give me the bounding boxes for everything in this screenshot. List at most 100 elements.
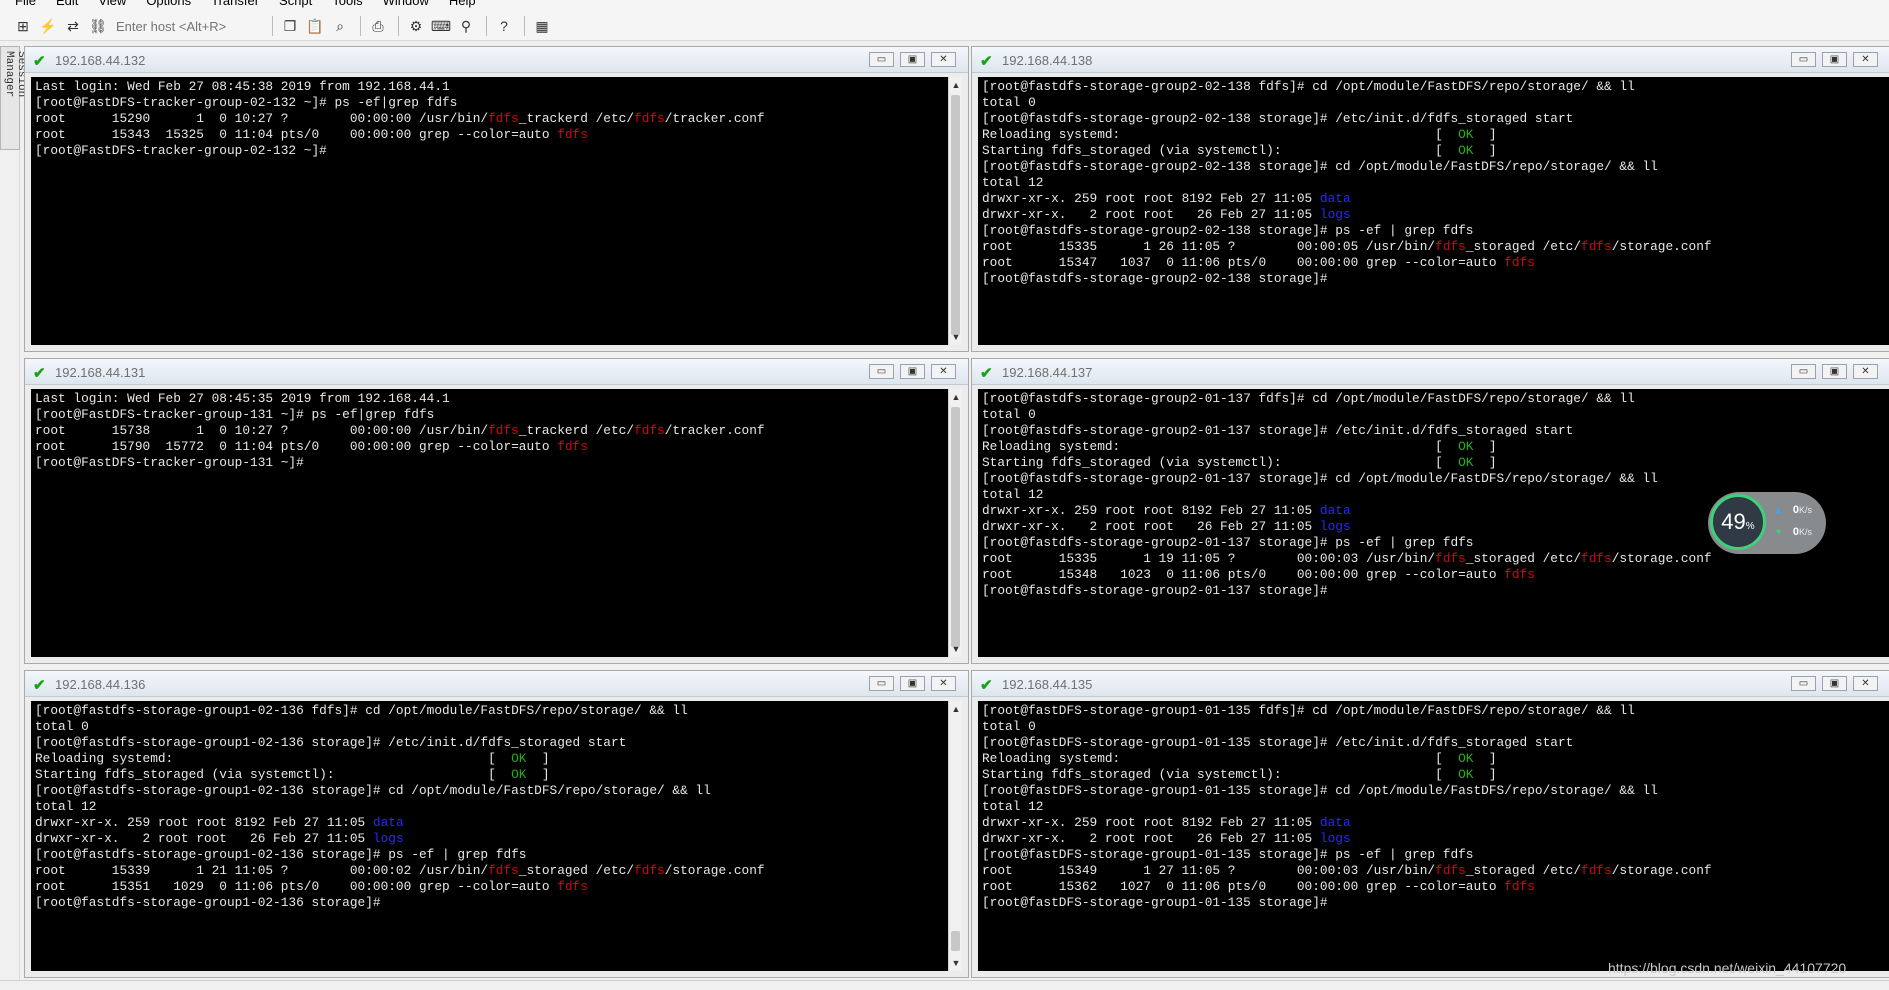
highlighted-text: OK: [1458, 439, 1474, 454]
maximize-button[interactable]: ▣: [900, 676, 925, 691]
terminal-text: root 15349 1 27 11:05 ? 00:00:03 /usr/bi…: [982, 863, 1436, 878]
terminal-text: _storaged /etc/: [518, 863, 635, 878]
highlighted-text: data: [1319, 503, 1351, 518]
close-button[interactable]: ✕: [1853, 364, 1878, 379]
terminal-text: _storaged /etc/: [1465, 239, 1582, 254]
highlighted-text: fdfs: [1504, 567, 1535, 582]
menu-options[interactable]: Options: [146, 0, 191, 12]
terminal[interactable]: [root@fastdfs-storage-group2-02-138 fdfs…: [978, 77, 1889, 345]
terminal-text: /storage.conf: [1611, 863, 1712, 878]
close-button[interactable]: ✕: [931, 52, 956, 67]
terminal[interactable]: Last login: Wed Feb 27 08:45:35 2019 fro…: [31, 389, 948, 657]
scroll-up-icon[interactable]: ▲: [949, 701, 963, 717]
menu-transfer[interactable]: Transfer: [211, 0, 259, 12]
terminal-line: Last login: Wed Feb 27 08:45:35 2019 fro…: [35, 391, 944, 407]
minimize-button[interactable]: ▭: [869, 364, 894, 379]
session-pane[interactable]: ✔ 192.168.44.135 ▭ ▣ ✕ [root@fastDFS-sto…: [971, 670, 1889, 978]
connect-in-tab-icon[interactable]: ⊞: [12, 15, 34, 37]
print-icon[interactable]: ⎙: [367, 15, 389, 37]
pane-title-bar[interactable]: ✔ 192.168.44.138 ▭ ▣ ✕: [972, 47, 1889, 73]
terminal-line: [root@fastDFS-storage-group1-01-135 stor…: [982, 735, 1886, 751]
menu-window[interactable]: Window: [383, 0, 429, 12]
pane-title-bar[interactable]: ✔ 192.168.44.131 ▭ ▣ ✕: [25, 359, 968, 385]
terminal[interactable]: [root@fastDFS-storage-group1-01-135 fdfs…: [978, 701, 1889, 971]
minimize-button[interactable]: ▭: [1791, 52, 1816, 67]
scroll-up-icon[interactable]: ▲: [949, 77, 963, 93]
session-pane[interactable]: ✔ 192.168.44.132 ▭ ▣ ✕ Last login: Wed F…: [24, 46, 969, 352]
terminal-line: drwxr-xr-x. 2 root root 26 Feb 27 11:05 …: [35, 831, 944, 847]
maximize-button[interactable]: ▣: [900, 52, 925, 67]
session-pane[interactable]: ✔ 192.168.44.138 ▭ ▣ ✕ [root@fastdfs-sto…: [971, 46, 1889, 352]
scroll-down-icon[interactable]: ▼: [949, 955, 963, 971]
close-button[interactable]: ✕: [931, 364, 956, 379]
terminal-text: [root@fastdfs-storage-group2-01-137 fdfs…: [982, 391, 1635, 406]
host-input[interactable]: [112, 16, 266, 36]
terminal-line: total 0: [982, 95, 1886, 111]
maximize-button[interactable]: ▣: [1822, 676, 1847, 691]
highlighted-text: fdfs: [488, 423, 519, 438]
terminal-text: root 15335 1 26 11:05 ? 00:00:05 /usr/bi…: [982, 239, 1436, 254]
toolbar: ⊞ ⚡ ⇄ ⛓ ❐ 📋 ⌕ ⎙ ⚙ ⌨ ⚲ ? ▦: [0, 12, 1889, 41]
scroll-down-icon[interactable]: ▼: [949, 329, 963, 345]
scroll-down-icon[interactable]: ▼: [949, 641, 963, 657]
menu-file[interactable]: File: [15, 0, 36, 12]
terminal-text: total 0: [982, 719, 1036, 734]
minimize-button[interactable]: ▭: [1791, 676, 1816, 691]
terminal-text: [root@fastdfs-storage-group2-02-138 stor…: [982, 159, 1658, 174]
scrollbar-thumb[interactable]: [951, 407, 960, 647]
pane-title-bar[interactable]: ✔ 192.168.44.132 ▭ ▣ ✕: [25, 47, 968, 73]
terminal-line: [root@fastdfs-storage-group1-02-136 fdfs…: [35, 703, 944, 719]
scrollbar[interactable]: ▲ ▼: [948, 389, 962, 657]
minimize-button[interactable]: ▭: [869, 676, 894, 691]
session-pane[interactable]: ✔ 192.168.44.136 ▭ ▣ ✕ [root@fastdfs-sto…: [24, 670, 969, 978]
menu-edit[interactable]: Edit: [56, 0, 78, 12]
network-speed-widget[interactable]: 49 % ▲ 0K/s ▼ 0K/s: [1708, 492, 1826, 554]
help-icon[interactable]: ?: [493, 15, 515, 37]
maximize-button[interactable]: ▣: [900, 364, 925, 379]
minimize-button[interactable]: ▭: [869, 52, 894, 67]
paste-icon[interactable]: 📋: [304, 15, 326, 37]
sftp-icon[interactable]: ⚲: [455, 15, 477, 37]
session-pane[interactable]: ✔ 192.168.44.131 ▭ ▣ ✕ Last login: Wed F…: [24, 358, 969, 664]
menu-script[interactable]: Script: [279, 0, 312, 12]
terminal-text: [root@FastDFS-tracker-group-131 ~]#: [35, 455, 304, 470]
terminal-line: [root@fastDFS-storage-group1-01-135 stor…: [982, 847, 1886, 863]
highlighted-text: fdfs: [1581, 239, 1612, 254]
maximize-button[interactable]: ▣: [1822, 52, 1847, 67]
disconnect-icon[interactable]: ⛓: [87, 15, 109, 37]
close-button[interactable]: ✕: [1853, 52, 1878, 67]
minimize-button[interactable]: ▭: [1791, 364, 1816, 379]
menu-help[interactable]: Help: [449, 0, 476, 12]
menu-view[interactable]: View: [98, 0, 126, 12]
terminal-line: total 12: [35, 799, 944, 815]
scrollbar[interactable]: ▲ ▼: [948, 701, 962, 971]
session-manager-tab[interactable]: Session Manager: [0, 46, 27, 150]
scrollbar-thumb[interactable]: [951, 95, 960, 335]
terminal-line: total 12: [982, 175, 1886, 191]
pane-title-bar[interactable]: ✔ 192.168.44.136 ▭ ▣ ✕: [25, 671, 968, 697]
tile-icon[interactable]: ▦: [531, 15, 553, 37]
highlighted-text: fdfs: [1435, 239, 1466, 254]
menu-tools[interactable]: Tools: [332, 0, 362, 12]
pane-title-bar[interactable]: ✔ 192.168.44.135 ▭ ▣ ✕: [972, 671, 1889, 697]
scrollbar[interactable]: ▲ ▼: [948, 77, 962, 345]
copy-icon[interactable]: ❐: [279, 15, 301, 37]
terminal-line: Starting fdfs_storaged (via systemctl): …: [982, 455, 1886, 471]
quick-connect-icon[interactable]: ⚡: [37, 15, 59, 37]
close-button[interactable]: ✕: [931, 676, 956, 691]
connected-check-icon: ✔: [33, 53, 46, 70]
connected-check-icon: ✔: [980, 365, 993, 382]
terminal-text: ]: [1473, 439, 1497, 454]
find-icon[interactable]: ⌕: [329, 15, 351, 37]
terminal-text: total 0: [982, 407, 1036, 422]
pane-title-bar[interactable]: ✔ 192.168.44.137 ▭ ▣ ✕: [972, 359, 1889, 385]
close-button[interactable]: ✕: [1853, 676, 1878, 691]
scrollbar-thumb[interactable]: [951, 931, 960, 951]
terminal[interactable]: [root@fastdfs-storage-group1-02-136 fdfs…: [31, 701, 948, 971]
keymap-icon[interactable]: ⌨: [430, 15, 452, 37]
settings-icon[interactable]: ⚙: [405, 15, 427, 37]
maximize-button[interactable]: ▣: [1822, 364, 1847, 379]
scroll-up-icon[interactable]: ▲: [949, 389, 963, 405]
terminal[interactable]: Last login: Wed Feb 27 08:45:38 2019 fro…: [31, 77, 948, 345]
reconnect-icon[interactable]: ⇄: [62, 15, 84, 37]
